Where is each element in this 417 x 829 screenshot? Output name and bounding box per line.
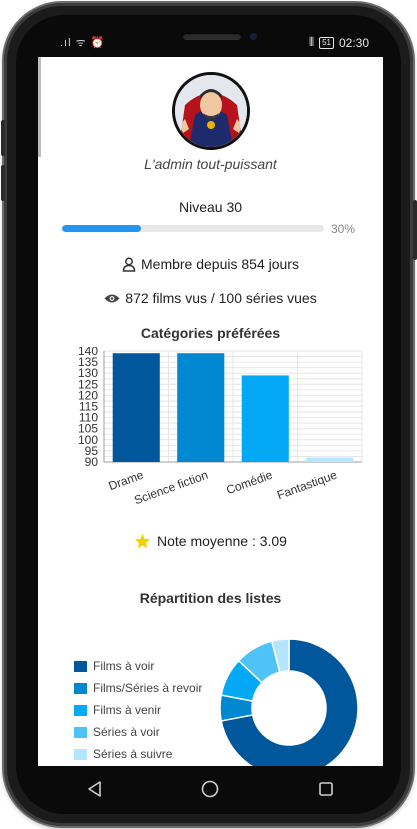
legend-swatch (74, 748, 87, 760)
speaker-grille (183, 33, 241, 40)
seen-stats-row: 872 films vus / 100 séries vues (38, 290, 383, 306)
bar (112, 353, 160, 462)
seen-stats-text: 872 films vus / 100 séries vues (125, 290, 317, 306)
list-distribution-donut[interactable] (214, 633, 364, 766)
legend-swatch (74, 660, 87, 672)
android-navigation-bar (38, 766, 383, 811)
legend-swatch (74, 704, 87, 716)
x-tick-label: Fantastique (275, 468, 339, 503)
status-time: 02:30 (338, 35, 369, 50)
list-distribution-title: Répartition des listes (139, 590, 282, 606)
x-tick-label: Comédie (224, 468, 274, 498)
level-progress-fill (62, 225, 141, 232)
favorite-categories-chart[interactable]: 9095100105110115120125130135140DrameScie… (58, 347, 368, 522)
home-circle-icon[interactable] (200, 779, 220, 799)
level-progress-percent: 30% (331, 222, 356, 236)
volume-button (1, 120, 5, 156)
legend-label: Séries à suivre (93, 747, 173, 761)
star-icon (134, 533, 151, 549)
average-rating-row: Note moyenne : 3.09 (38, 533, 383, 549)
recents-square-icon[interactable] (317, 780, 335, 798)
scrollbar[interactable] (38, 57, 41, 157)
volume-button-lower (1, 165, 5, 201)
legend-item[interactable]: Films/Séries à revoir (74, 677, 202, 699)
favorite-categories-title: Catégories préférées (140, 325, 281, 341)
front-camera (248, 31, 259, 42)
legend-item[interactable]: Films à venir (74, 699, 202, 721)
eye-icon (104, 294, 120, 302)
bar (306, 457, 354, 462)
legend-label: Films à voir (93, 659, 155, 673)
legend-swatch (74, 726, 87, 738)
status-bar-right: ⫴ 51 02:30 (309, 35, 369, 50)
average-rating-text: Note moyenne : 3.09 (157, 533, 287, 549)
x-tick-label: Science fiction (132, 468, 209, 508)
legend-item[interactable]: Séries à suivre (74, 743, 202, 765)
level-label: Niveau 30 (178, 199, 243, 215)
list-distribution-legend: Films à voir Films/Séries à revoir Films à… (74, 655, 202, 765)
member-since-text: Membre depuis 854 jours (141, 256, 299, 272)
level-progress-bar (62, 225, 324, 232)
bar (241, 375, 289, 462)
legend-item[interactable]: Séries à voir (74, 721, 202, 743)
avatar[interactable] (172, 72, 250, 150)
app-screen[interactable]: L'admin tout-puissant Niveau 30 30% Memb… (38, 57, 383, 766)
person-outline-icon (122, 257, 136, 272)
legend-item[interactable]: Films à voir (74, 655, 202, 677)
power-button (413, 200, 417, 260)
legend-label: Films à venir (93, 703, 162, 717)
legend-label: Séries à voir (93, 725, 160, 739)
battery-icon: 51 (319, 36, 334, 49)
member-since-row: Membre depuis 854 jours (38, 256, 383, 272)
back-triangle-icon[interactable] (86, 780, 104, 798)
bar (177, 353, 225, 462)
status-signal-icons: .ıl ᯤ ⏰ (60, 37, 106, 49)
username: L'admin tout-puissant (144, 156, 277, 172)
avatar-image (175, 75, 247, 147)
x-tick-label: Drame (107, 468, 146, 494)
legend-swatch (74, 682, 87, 694)
y-tick-label: 140 (78, 347, 98, 358)
legend-label: Films/Séries à revoir (93, 681, 203, 695)
signal-icon: ⫴ (309, 35, 315, 49)
